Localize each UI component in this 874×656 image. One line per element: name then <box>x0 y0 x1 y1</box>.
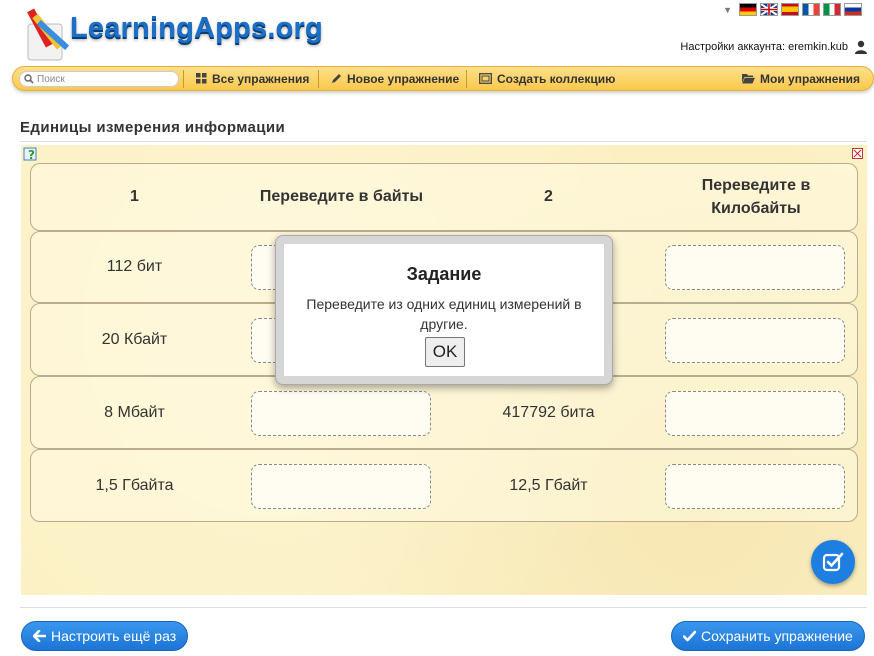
task-dialog-body: Задание Переведите из одних единиц измер… <box>284 244 604 376</box>
flag-ru-icon[interactable] <box>844 3 862 16</box>
row-right-value: 417792 бита <box>502 403 595 421</box>
search-input[interactable]: Поиск <box>19 71 179 87</box>
flag-fr-icon[interactable] <box>802 3 820 16</box>
logo[interactable]: LearningApps.org <box>8 0 323 64</box>
nav-my-exercises-label: Мои упражнения <box>760 71 861 86</box>
nav-my-exercises[interactable]: Мои упражнения <box>742 67 860 90</box>
drop-zone[interactable] <box>665 391 845 436</box>
fullscreen-icon[interactable] <box>852 148 863 159</box>
nav-new-exercise-label: Новое упражнение <box>347 71 460 86</box>
arrow-left-icon <box>33 630 46 642</box>
dialog-title: Задание <box>406 264 482 284</box>
account-label[interactable]: Настройки аккаунта: eremkin.kub <box>680 41 848 53</box>
back-button-label: Настроить ещё раз <box>51 628 177 644</box>
svg-text:?: ? <box>28 148 35 162</box>
chevron-down-icon[interactable]: ▼ <box>723 5 732 15</box>
flag-de-icon[interactable] <box>739 3 757 16</box>
table-header-row: 1 Переведите в байты 2 Переведите в Кило… <box>30 163 858 231</box>
dialog-text: Переведите из одних единиц измерений в д… <box>306 296 582 332</box>
row-right-value: 12,5 Гбайт <box>509 476 588 494</box>
search-icon <box>24 74 34 84</box>
header-cell-4: Переведите в Килобайты <box>701 177 811 217</box>
main-navbar: Поиск Все упражнения Новое упражнение Со… <box>12 66 874 91</box>
logo-text: LearningApps.org <box>70 12 323 44</box>
row-left-value: 112 бит <box>106 258 163 275</box>
drop-zone[interactable] <box>251 464 431 509</box>
user-icon[interactable] <box>854 40 868 54</box>
save-button[interactable]: Сохранить упражнение <box>671 621 865 651</box>
check-solution-button[interactable] <box>811 540 855 584</box>
folder-open-icon <box>742 74 755 84</box>
row-left-value: 1,5 Гбайта <box>95 476 174 494</box>
header-cell-3: 2 <box>544 188 553 205</box>
table-row: 1,5 Гбайта 12,5 Гбайт <box>30 449 858 522</box>
account-settings[interactable]: Настройки аккаунта: eremkin.kub <box>680 40 868 54</box>
check-edit-icon <box>822 552 844 572</box>
help-icon[interactable]: ? <box>23 147 39 163</box>
header-cell-2: Переведите в байты <box>259 188 424 205</box>
nav-divider <box>318 70 319 88</box>
nav-all-exercises[interactable]: Все упражнения <box>196 67 309 90</box>
page-title: Единицы измерения информации <box>20 119 286 136</box>
drop-zone[interactable] <box>665 464 845 509</box>
table-row: 8 Мбайт 417792 бита <box>30 376 858 449</box>
nav-create-collection-label: Создать коллекцию <box>497 71 616 86</box>
nav-create-collection[interactable]: Создать коллекцию <box>479 67 615 90</box>
search-placeholder: Поиск <box>37 73 65 85</box>
nav-all-exercises-label: Все упражнения <box>212 71 310 86</box>
drop-zone[interactable] <box>251 391 431 436</box>
flag-it-icon[interactable] <box>823 3 841 16</box>
pencils-logo-icon <box>27 8 70 61</box>
collection-icon <box>479 73 492 84</box>
ok-button[interactable]: OK <box>425 337 465 367</box>
row-left-value: 20 Кбайт <box>101 330 168 348</box>
footer-divider <box>20 607 867 608</box>
back-button[interactable]: Настроить ещё раз <box>21 621 189 651</box>
drop-zone[interactable] <box>665 245 845 290</box>
title-divider <box>20 141 867 142</box>
drop-zone[interactable] <box>665 318 845 363</box>
language-selector[interactable]: ▼ <box>723 3 862 16</box>
task-dialog: Задание Переведите из одних единиц измер… <box>275 235 613 385</box>
grid-icon <box>196 73 207 84</box>
nav-divider <box>466 70 467 88</box>
row-left-value: 8 Мбайт <box>104 403 165 421</box>
flag-es-icon[interactable] <box>781 3 799 16</box>
nav-divider <box>183 70 184 88</box>
pencil-icon <box>332 74 341 83</box>
save-button-label: Сохранить упражнение <box>701 628 853 644</box>
checkmark-icon <box>683 630 696 642</box>
header-cell-1: 1 <box>130 188 139 205</box>
nav-new-exercise[interactable]: Новое упражнение <box>331 67 459 90</box>
flag-en-icon[interactable] <box>760 3 778 16</box>
